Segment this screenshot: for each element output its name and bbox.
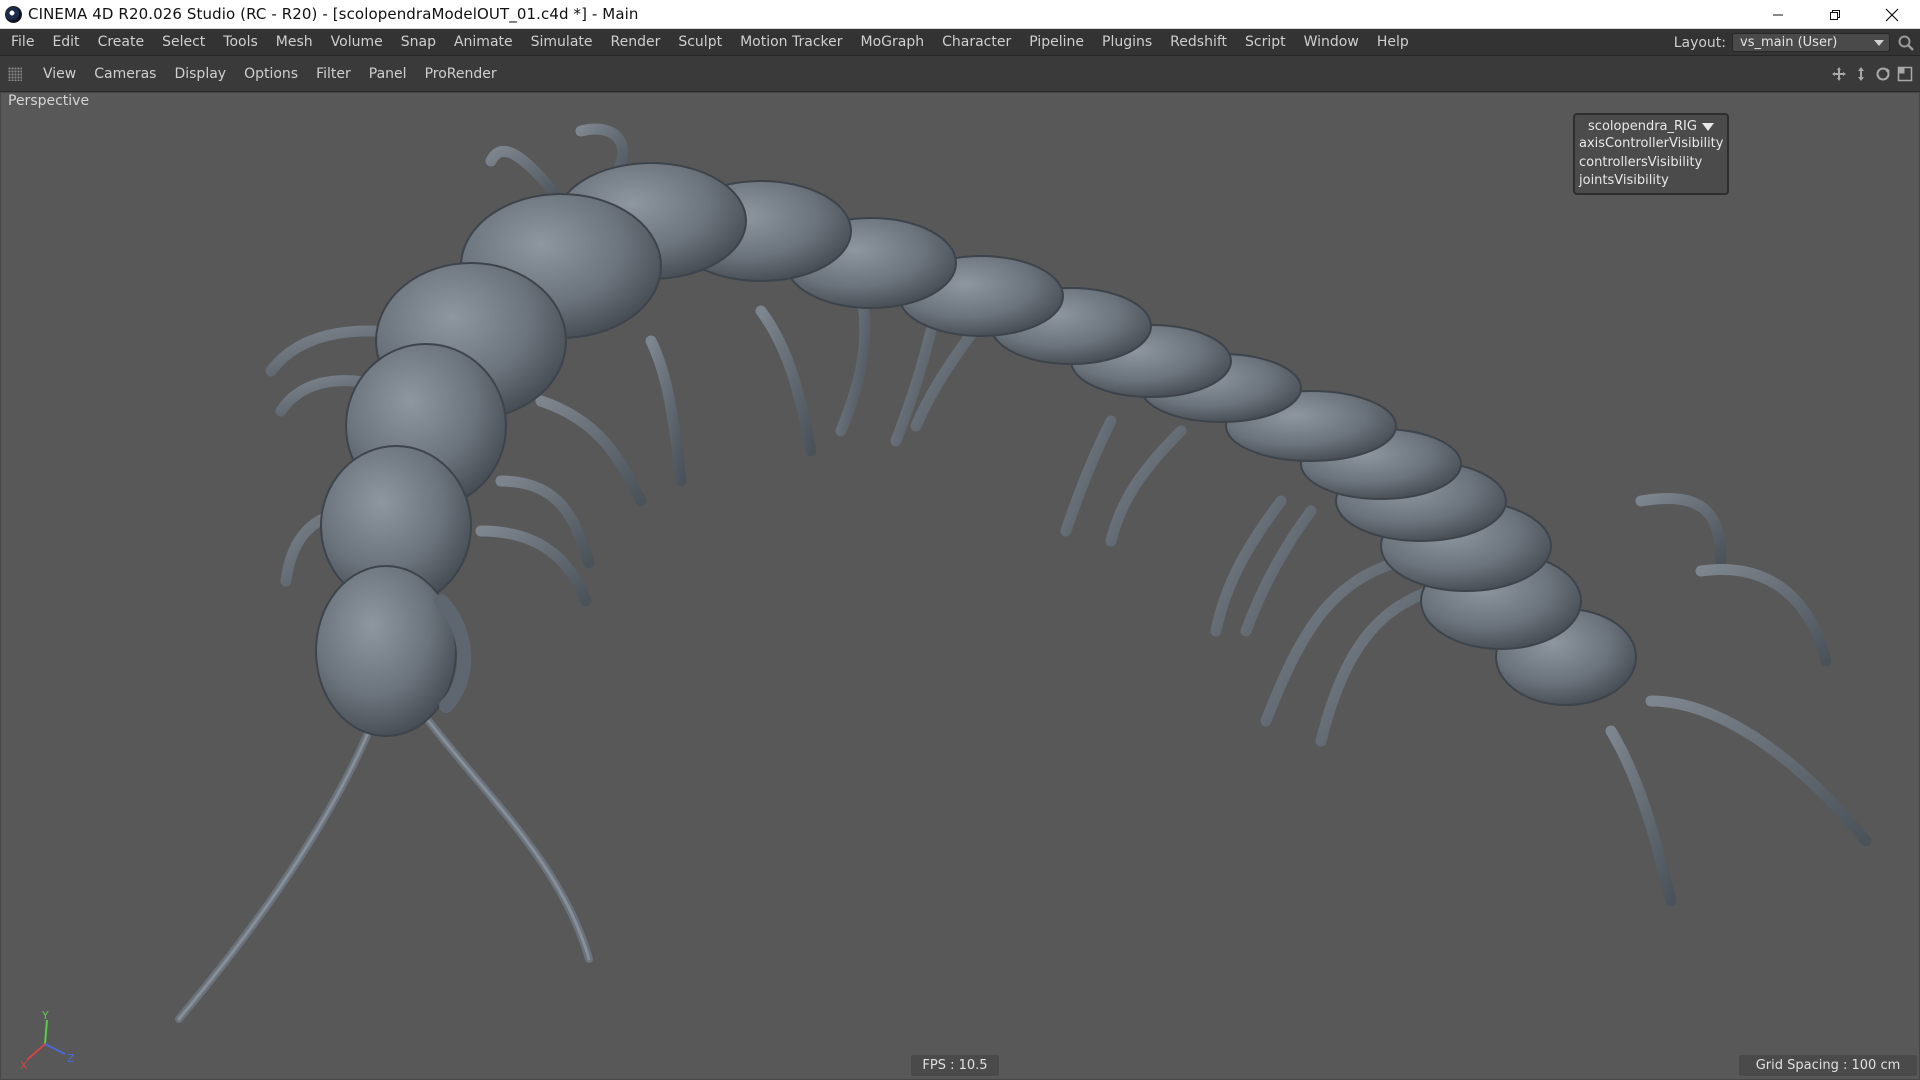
layout-switcher: Layout: vs_main (User)	[1674, 29, 1890, 56]
menu-render[interactable]: Render	[602, 29, 670, 56]
viewport-menubar: View Cameras Display Options Filter Pane…	[0, 56, 1920, 92]
layout-dropdown[interactable]: vs_main (User)	[1732, 33, 1890, 52]
menu-file[interactable]: File	[0, 29, 43, 56]
rig-title-label: scolopendra_RIG	[1588, 119, 1697, 134]
rig-param-joints-visibility[interactable]: jointsVisibility	[1579, 172, 1723, 191]
rotate-view-icon[interactable]	[1874, 65, 1892, 83]
perspective-viewport[interactable]: Perspective scolopendra_RIG axisControll…	[0, 92, 1920, 1080]
viewport-nav-icons	[1830, 65, 1914, 83]
rig-param-axis-controller-visibility[interactable]: axisControllerVisibility	[1579, 135, 1723, 154]
layout-value: vs_main (User)	[1740, 35, 1838, 50]
window-titlebar: CINEMA 4D R20.026 Studio (RC - R20) - [s…	[0, 0, 1920, 29]
move-view-icon[interactable]	[1830, 65, 1848, 83]
chevron-down-icon	[1874, 39, 1884, 46]
restore-button[interactable]	[1806, 0, 1863, 29]
menu-plugins[interactable]: Plugins	[1093, 29, 1161, 56]
cinema4d-app-icon	[5, 5, 22, 23]
main-menubar: File Edit Create Select Tools Mesh Volum…	[0, 29, 1920, 56]
menu-select[interactable]: Select	[153, 29, 214, 56]
viewmenu-display[interactable]: Display	[165, 56, 235, 92]
menu-create[interactable]: Create	[89, 29, 154, 56]
menu-window[interactable]: Window	[1295, 29, 1368, 56]
chevron-down-icon	[1701, 122, 1714, 131]
minimize-button[interactable]	[1749, 0, 1806, 29]
grid-spacing-readout: Grid Spacing : 100 cm	[1739, 1055, 1917, 1076]
window-controls	[1749, 0, 1920, 29]
menu-edit[interactable]: Edit	[43, 29, 88, 56]
menu-mograph[interactable]: MoGraph	[852, 29, 934, 56]
rig-param-controllers-visibility[interactable]: controllersVisibility	[1579, 154, 1723, 173]
menu-animate[interactable]: Animate	[445, 29, 522, 56]
rig-userdata-panel: scolopendra_RIG axisControllerVisibility…	[1573, 113, 1729, 195]
viewmenu-prorender[interactable]: ProRender	[416, 56, 506, 92]
menu-pipeline[interactable]: Pipeline	[1020, 29, 1093, 56]
menu-tools[interactable]: Tools	[214, 29, 267, 56]
viewmenu-filter[interactable]: Filter	[307, 56, 360, 92]
menu-character[interactable]: Character	[933, 29, 1020, 56]
centipede-model[interactable]	[1, 93, 1919, 1079]
world-axis-icon: Y X Z	[20, 1010, 75, 1070]
viewmenu-panel[interactable]: Panel	[360, 56, 416, 92]
menu-script[interactable]: Script	[1236, 29, 1295, 56]
window-title: CINEMA 4D R20.026 Studio (RC - R20) - [s…	[28, 5, 639, 23]
viewmenu-options[interactable]: Options	[235, 56, 307, 92]
menu-redshift[interactable]: Redshift	[1161, 29, 1236, 56]
menu-volume[interactable]: Volume	[322, 29, 392, 56]
body-segments	[315, 162, 1637, 737]
axis-label-y: Y	[41, 1010, 49, 1022]
menu-mesh[interactable]: Mesh	[267, 29, 322, 56]
viewmenu-view[interactable]: View	[34, 56, 85, 92]
fps-readout: FPS : 10.5	[911, 1055, 999, 1076]
menu-sculpt[interactable]: Sculpt	[669, 29, 731, 56]
axis-label-x: X	[20, 1059, 28, 1070]
panel-grip-icon[interactable]	[8, 66, 22, 81]
axis-label-z: Z	[67, 1052, 75, 1065]
menu-motion-tracker[interactable]: Motion Tracker	[731, 29, 851, 56]
rig-title[interactable]: scolopendra_RIG	[1579, 118, 1723, 135]
menu-help[interactable]: Help	[1368, 29, 1418, 56]
restore-icon	[1829, 9, 1840, 20]
menu-snap[interactable]: Snap	[392, 29, 445, 56]
zoom-view-icon[interactable]	[1852, 65, 1870, 83]
search-button[interactable]	[1897, 34, 1915, 52]
maximize-view-icon[interactable]	[1896, 65, 1914, 83]
antennae	[175, 707, 593, 1023]
minimize-icon	[1772, 14, 1783, 15]
layout-label: Layout:	[1673, 34, 1726, 51]
close-icon	[1885, 8, 1898, 21]
close-button[interactable]	[1863, 0, 1920, 29]
viewmenu-cameras[interactable]: Cameras	[85, 56, 165, 92]
menu-simulate[interactable]: Simulate	[522, 29, 602, 56]
search-icon	[1898, 35, 1914, 51]
